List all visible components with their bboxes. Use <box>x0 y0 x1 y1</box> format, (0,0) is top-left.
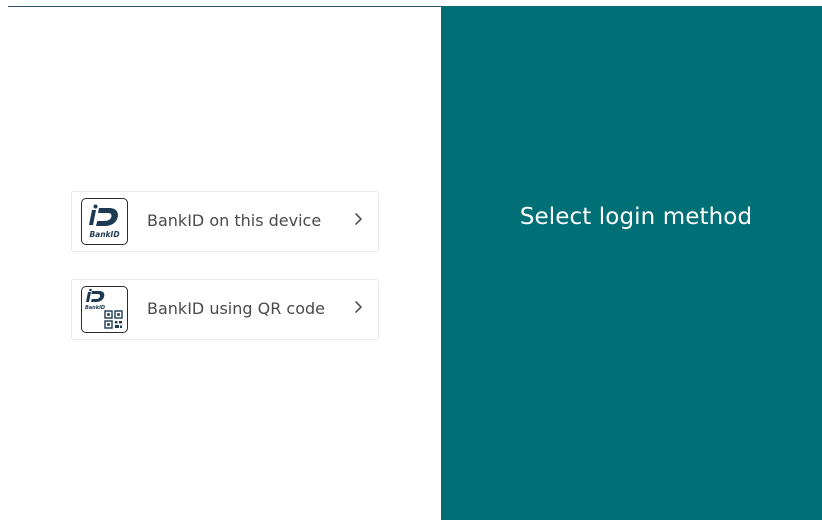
bankid-qr-logo-icon: BankID <box>81 286 128 333</box>
login-options-panel <box>8 7 441 520</box>
login-page: Select login method BankID BankID on thi… <box>0 0 822 520</box>
login-header-panel: Select login method <box>441 6 822 520</box>
bankid-logo-text: BankID <box>85 305 105 311</box>
bankid-this-device-button[interactable]: BankID BankID on this device <box>71 191 379 252</box>
bankid-logo-text: BankID <box>89 230 119 239</box>
chevron-right-icon <box>355 301 362 313</box>
page-title: Select login method <box>519 204 753 230</box>
bankid-logo-icon: BankID <box>81 198 128 245</box>
chevron-right-icon <box>355 213 362 225</box>
option-label: BankID using QR code <box>147 299 325 318</box>
bankid-qr-code-button[interactable]: BankID BankID using QR code <box>71 279 379 340</box>
option-label: BankID on this device <box>147 211 322 230</box>
